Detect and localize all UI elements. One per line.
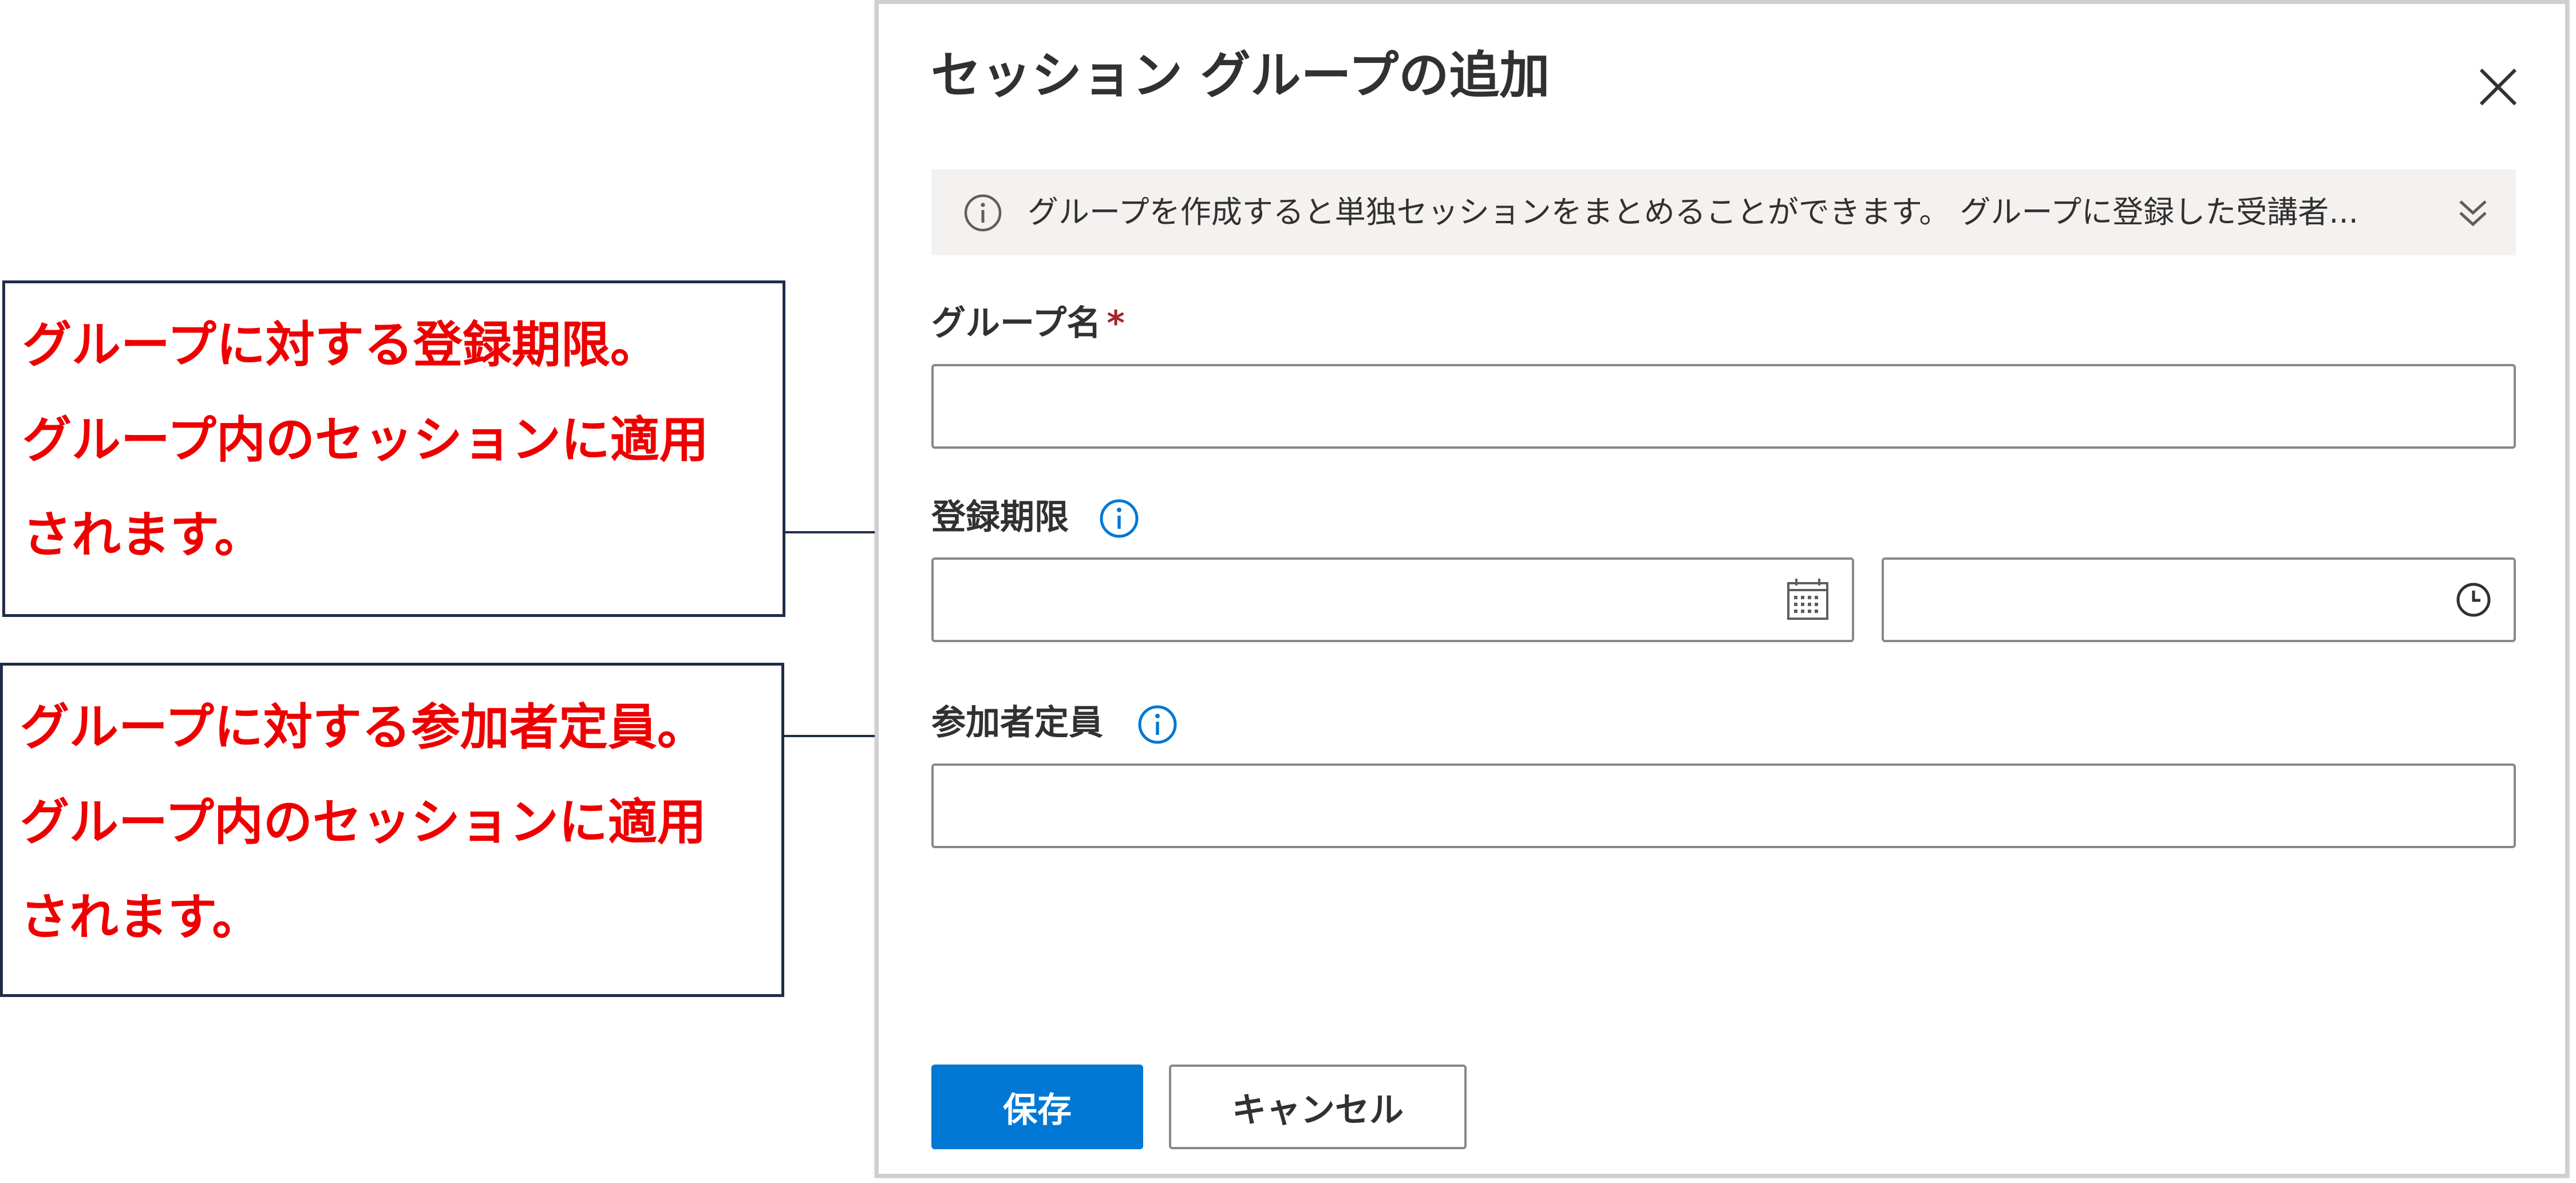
capacity-callout-line-3: されます。 bbox=[20, 889, 262, 946]
deadline-callout-line-2: グループ内のセッションに適用 bbox=[22, 412, 709, 469]
close-icon bbox=[2479, 68, 2517, 106]
calendar-icon[interactable] bbox=[1785, 576, 1831, 622]
chevron-double-down-icon bbox=[2459, 200, 2487, 227]
capacity-label: 参加者定員 bbox=[931, 703, 1103, 743]
deadline-callout-line-3: されます。 bbox=[22, 507, 264, 564]
deadline-callout: グループに対する登録期限。 グループ内のセッションに適用 されます。 bbox=[2, 280, 785, 617]
cancel-button[interactable]: キャンセル bbox=[1169, 1065, 1467, 1149]
registration-date-input[interactable] bbox=[931, 557, 1854, 642]
capacity-callout-line-2: グループ内のセッションに適用 bbox=[20, 794, 706, 851]
group-name-label-text: グループ名 bbox=[931, 303, 1101, 343]
required-mark: * bbox=[1107, 303, 1125, 343]
registration-deadline-label: 登録期限 bbox=[931, 497, 1069, 537]
save-button[interactable]: 保存 bbox=[931, 1065, 1143, 1149]
deadline-callout-line-1: グループに対する登録期限。 bbox=[22, 316, 659, 374]
clock-icon[interactable] bbox=[2451, 577, 2496, 623]
registration-time-input[interactable] bbox=[1882, 557, 2516, 642]
capacity-info-icon[interactable] bbox=[1136, 703, 1179, 746]
dialog-title: セッション グループの追加 bbox=[931, 46, 1550, 105]
group-name-input[interactable] bbox=[931, 364, 2516, 449]
capacity-callout: グループに対する参加者定員。 グループ内のセッションに適用 されます。 bbox=[0, 663, 784, 997]
capacity-callout-line-1: グループに対する参加者定員。 bbox=[20, 699, 706, 756]
expand-info-button[interactable] bbox=[2452, 192, 2494, 234]
close-button[interactable] bbox=[2473, 62, 2523, 112]
info-icon bbox=[964, 194, 1002, 232]
info-message-text: グループを作成すると単独セッションをまとめることができます。 グループに登録した… bbox=[1028, 197, 2358, 228]
capacity-input[interactable] bbox=[931, 763, 2516, 848]
registration-deadline-info-icon[interactable] bbox=[1098, 497, 1140, 540]
group-name-label: グループ名 * bbox=[931, 306, 1125, 341]
